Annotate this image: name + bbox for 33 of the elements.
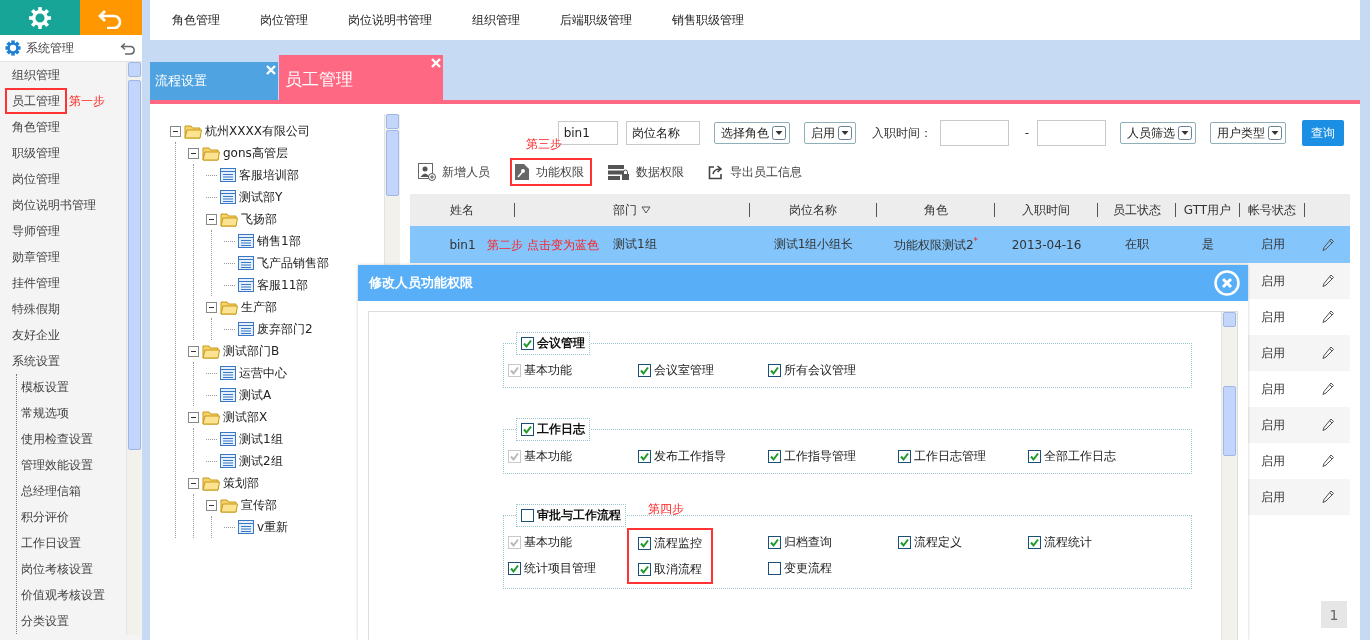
table-cell: 启用	[1260, 381, 1285, 396]
table-cell: 测试1组小组长	[773, 237, 854, 251]
table-cell: bin1	[449, 237, 476, 252]
table-cell: 启用	[1260, 237, 1285, 251]
table-cell: 测试1组	[613, 237, 657, 251]
column-header: 部门	[613, 201, 637, 219]
field-label: -	[1024, 126, 1029, 140]
sidebar-title: 系统管理	[26, 39, 75, 57]
column-header: 帐号状态	[1248, 201, 1296, 219]
dialog-title: 修改人员功能权限	[369, 274, 473, 292]
table-cell: 启用	[1260, 489, 1285, 504]
table-cell: 启用	[1260, 417, 1285, 432]
group-title: 工作日志	[537, 421, 585, 438]
annotation-text: 第一步	[69, 92, 105, 110]
table-cell: 启用	[1260, 273, 1285, 288]
table-cell: 在职	[1125, 237, 1149, 251]
table-cell: 2013-04-16	[1011, 237, 1082, 252]
column-header: 岗位名称	[789, 201, 837, 219]
column-header: GTT用户	[1183, 201, 1232, 219]
column-header: 员工状态	[1112, 201, 1161, 219]
field-label: 入职时间：	[871, 124, 932, 142]
annotation-text: 第二步 点击变为蓝色	[487, 237, 599, 254]
table-cell: 是	[1202, 237, 1214, 251]
column-header: 角色	[923, 201, 948, 219]
table-cell: 启用	[1260, 453, 1285, 468]
table-cell: 启用	[1260, 345, 1285, 360]
column-header: 姓名	[450, 201, 474, 219]
table-cell: 功能权限测试2$^{*}$	[893, 237, 979, 252]
group-title: 会议管理	[537, 335, 585, 352]
table-cell: 启用	[1260, 309, 1285, 324]
column-header: 入职时间	[1022, 201, 1070, 219]
group-title: 审批与工作流程	[537, 507, 621, 524]
annotation-text: 第四步	[648, 501, 684, 518]
